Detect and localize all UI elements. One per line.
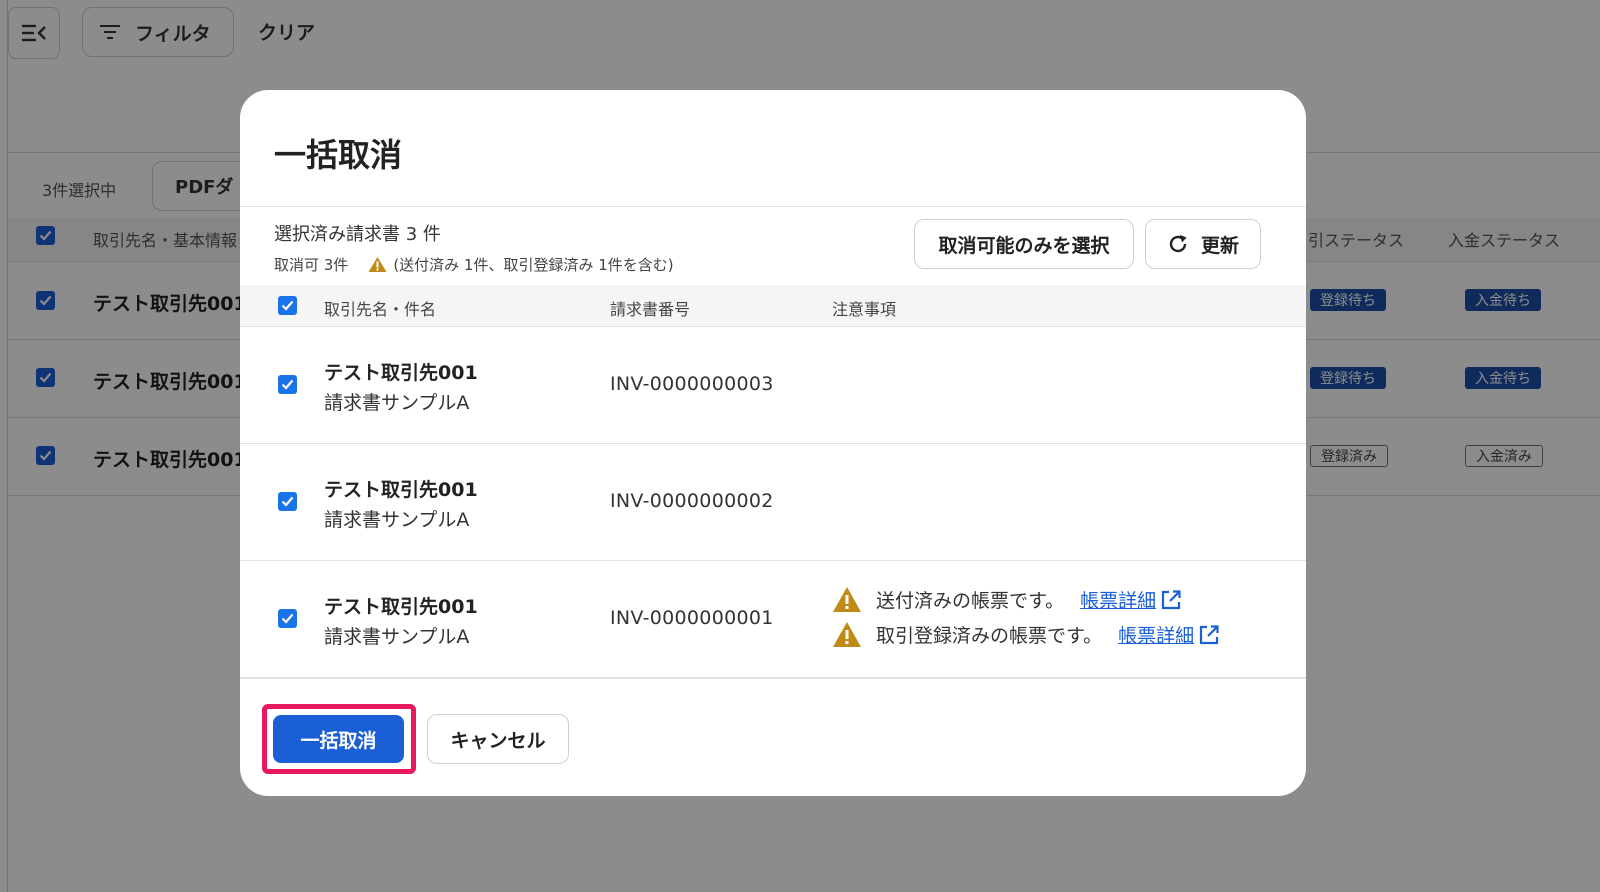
- invoice-detail-link[interactable]: 帳票詳細: [1080, 586, 1156, 613]
- invoice-detail-link[interactable]: 帳票詳細: [1118, 621, 1194, 648]
- select-cancellable-only-button[interactable]: 取消可能のみを選択: [914, 219, 1134, 269]
- refresh-button[interactable]: 更新: [1145, 219, 1261, 269]
- check-icon: [281, 300, 294, 311]
- row-checkbox[interactable]: [278, 609, 297, 628]
- external-link-icon[interactable]: [1198, 624, 1220, 646]
- row-client-name: テスト取引先001: [324, 479, 478, 501]
- dialog-title: 一括取消: [274, 136, 403, 174]
- row-subject: 請求書サンプルA: [324, 626, 470, 648]
- column-header-name: 取引先名・件名: [324, 300, 437, 319]
- check-icon: [281, 613, 294, 624]
- dialog-table-header: 取引先名・件名 請求書番号 注意事項: [240, 285, 1306, 327]
- row-client-name: テスト取引先001: [324, 362, 478, 384]
- row-client-name: テスト取引先001: [324, 596, 478, 618]
- refresh-label: 更新: [1200, 234, 1239, 257]
- notice-sent: 送付済みの帳票です。 帳票詳細: [832, 586, 1182, 613]
- refresh-icon: [1169, 235, 1187, 253]
- invoice-row[interactable]: テスト取引先001 請求書サンプルA INV-0000000003: [240, 327, 1306, 444]
- warning-icon: [833, 587, 861, 612]
- notice-registered: 取引登録済みの帳票です。 帳票詳細: [832, 621, 1220, 648]
- divider: [240, 678, 1306, 679]
- warning-icon: [368, 257, 387, 272]
- divider: [240, 206, 1306, 207]
- bulk-cancel-button[interactable]: 一括取消: [273, 715, 404, 763]
- selected-invoices-summary: 選択済み請求書 3 件: [274, 224, 441, 245]
- notice-text: 送付済みの帳票です。: [876, 590, 1065, 612]
- bulk-cancel-dialog: 一括取消 選択済み請求書 3 件 取消可 3件 (送付済み 1件、取引登録済み …: [240, 90, 1306, 796]
- row-subject: 請求書サンプルA: [324, 509, 470, 531]
- row-checkbox[interactable]: [278, 492, 297, 511]
- row-invoice-number: INV-0000000002: [610, 490, 774, 512]
- row-checkbox[interactable]: [278, 375, 297, 394]
- invoice-row[interactable]: テスト取引先001 請求書サンプルA INV-0000000001 送付済みの帳…: [240, 561, 1306, 678]
- column-header-invoice: 請求書番号: [610, 300, 691, 319]
- check-icon: [281, 379, 294, 390]
- notice-text: 取引登録済みの帳票です。: [876, 625, 1103, 647]
- cancellable-summary: 取消可 3件 (送付済み 1件、取引登録済み 1件を含む): [274, 254, 674, 275]
- column-header-notes: 注意事項: [832, 300, 897, 319]
- select-all-checkbox[interactable]: [278, 296, 297, 315]
- check-icon: [281, 496, 294, 507]
- cancel-button[interactable]: キャンセル: [427, 714, 569, 764]
- invoice-row[interactable]: テスト取引先001 請求書サンプルA INV-0000000002: [240, 444, 1306, 561]
- row-invoice-number: INV-0000000001: [610, 607, 774, 629]
- row-invoice-number: INV-0000000003: [610, 373, 774, 395]
- warning-icon: [833, 622, 861, 647]
- warning-note: (送付済み 1件、取引登録済み 1件を含む): [393, 256, 674, 274]
- row-subject: 請求書サンプルA: [324, 392, 470, 414]
- cancellable-count: 取消可 3件: [274, 256, 349, 274]
- external-link-icon[interactable]: [1160, 589, 1182, 611]
